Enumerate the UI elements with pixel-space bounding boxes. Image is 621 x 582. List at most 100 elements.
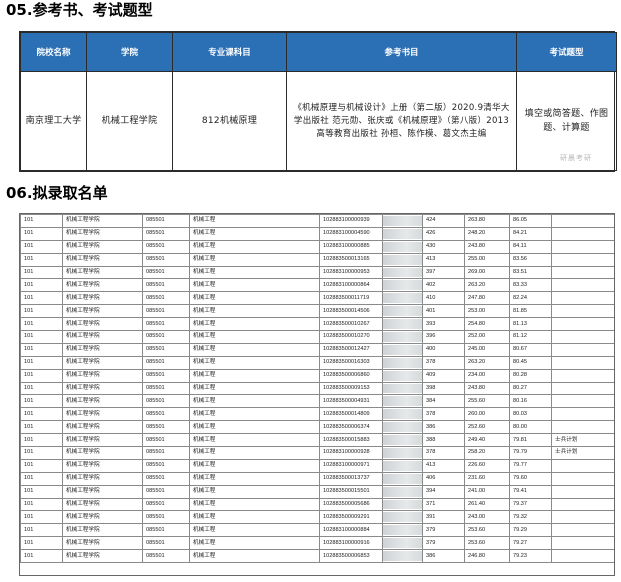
cell-major-name: 机械工程 bbox=[189, 523, 320, 538]
cell-final-score: 79.27 bbox=[509, 536, 552, 551]
cell-candidate-name bbox=[382, 523, 423, 538]
cell-retest-score: 269.00 bbox=[464, 265, 510, 280]
cell-college-name: 机械工程学院 bbox=[62, 342, 143, 357]
cell-college-code: 101 bbox=[20, 497, 63, 512]
cell-candidate-name bbox=[382, 278, 423, 293]
cell-candidate-id: 102883100000916 bbox=[319, 536, 383, 551]
cell-major-code: 085501 bbox=[142, 304, 190, 319]
cell-candidate-id: 102883500009153 bbox=[319, 381, 383, 396]
cell-retest-score: 245.00 bbox=[464, 342, 510, 357]
cell-candidate-name bbox=[382, 355, 423, 370]
cell-candidate-id: 102883500011719 bbox=[319, 291, 383, 306]
cell-candidate-name bbox=[382, 265, 423, 280]
cell-retest-score: 252.00 bbox=[464, 330, 510, 344]
cell-major-code: 085501 bbox=[142, 420, 190, 435]
cell-remark bbox=[551, 420, 614, 435]
cell-major-name: 机械工程 bbox=[189, 291, 320, 306]
cell-candidate-name bbox=[382, 381, 423, 396]
cell-final-score: 80.00 bbox=[509, 420, 552, 435]
cell-total-score: 398 bbox=[422, 381, 465, 396]
cell-college-name: 机械工程学院 bbox=[62, 304, 143, 319]
cell-total-score: 409 bbox=[422, 368, 465, 383]
cell-remark bbox=[551, 214, 614, 228]
cell-final-score: 83.33 bbox=[509, 278, 552, 293]
cell-college-name: 机械工程学院 bbox=[62, 458, 143, 473]
cell-final-score: 84.11 bbox=[509, 239, 552, 254]
cell-total-score: 401 bbox=[422, 304, 465, 319]
cell-major-name: 机械工程 bbox=[189, 381, 320, 396]
cell-major-code: 085501 bbox=[142, 368, 190, 383]
cell-candidate-id: 102883500006853 bbox=[319, 549, 383, 564]
cell-total-score: 378 bbox=[422, 446, 465, 460]
cell-final-score: 79.23 bbox=[509, 549, 552, 564]
cell-college-name: 机械工程学院 bbox=[62, 239, 143, 254]
cell-major-name: 机械工程 bbox=[189, 458, 320, 473]
cell-candidate-id: 102883100000939 bbox=[319, 214, 383, 228]
cell-college-code: 101 bbox=[20, 446, 63, 460]
cell-total-score: 379 bbox=[422, 523, 465, 538]
header-college: 学院 bbox=[86, 32, 173, 72]
cell-candidate-id: 102883500012427 bbox=[319, 342, 383, 357]
cell-retest-score: 255.60 bbox=[464, 394, 510, 409]
section-title-admission: 06.拟录取名单 bbox=[6, 184, 108, 202]
cell-candidate-id: 102883500009291 bbox=[319, 510, 383, 525]
cell-total-score: 396 bbox=[422, 330, 465, 344]
cell-final-score: 79.37 bbox=[509, 497, 552, 512]
cell-candidate-name bbox=[382, 446, 423, 460]
cell-candidate-id: 102883500010267 bbox=[319, 317, 383, 332]
cell-final-score: 79.79 bbox=[509, 446, 552, 460]
cell-college-name: 机械工程学院 bbox=[62, 510, 143, 525]
cell-remark bbox=[551, 226, 614, 241]
cell-candidate-name bbox=[382, 226, 423, 241]
cell-college-code: 101 bbox=[20, 394, 63, 409]
cell-candidate-name bbox=[382, 407, 423, 422]
cell-major-name: 机械工程 bbox=[189, 317, 320, 332]
cell-major-name: 机械工程 bbox=[189, 497, 320, 512]
table-row: 101 机械工程学院 085501 机械工程 102883500012427 400 245… bbox=[20, 342, 614, 357]
cell-college-name: 机械工程学院 bbox=[62, 291, 143, 306]
cell-college-name: 机械工程学院 bbox=[62, 407, 143, 422]
cell-college-code: 101 bbox=[20, 433, 63, 448]
cell-major-code: 085501 bbox=[142, 471, 190, 486]
cell-college-name: 机械工程学院 bbox=[62, 549, 143, 564]
cell-college-code: 101 bbox=[20, 368, 63, 383]
header-school: 院校名称 bbox=[20, 32, 87, 72]
cell-retest-score: 253.00 bbox=[464, 304, 510, 319]
cell-total-score: 393 bbox=[422, 317, 465, 332]
cell-final-score: 86.05 bbox=[509, 214, 552, 228]
cell-remark bbox=[551, 484, 614, 499]
table-row: 101 机械工程学院 085501 机械工程 102883100000916 379 253… bbox=[20, 536, 614, 551]
cell-major-name: 机械工程 bbox=[189, 394, 320, 409]
section-title-reference: 05.参考书、考试题型 bbox=[6, 1, 153, 19]
cell-college-code: 101 bbox=[20, 407, 63, 422]
cell-major-code: 085501 bbox=[142, 355, 190, 370]
cell-major-name: 机械工程 bbox=[189, 252, 320, 267]
cell-college-code: 101 bbox=[20, 291, 63, 306]
cell-retest-score: 248.20 bbox=[464, 226, 510, 241]
cell-college-code: 101 bbox=[20, 278, 63, 293]
cell-total-score: 400 bbox=[422, 342, 465, 357]
cell-candidate-name bbox=[382, 549, 423, 564]
cell-college-name: 机械工程学院 bbox=[62, 226, 143, 241]
cell-major-code: 085501 bbox=[142, 239, 190, 254]
table-row: 101 机械工程学院 085501 机械工程 102883100000884 379 253… bbox=[20, 523, 614, 538]
cell-college-name: 机械工程学院 bbox=[62, 265, 143, 280]
cell-college-code: 101 bbox=[20, 304, 63, 319]
table-row: 101 机械工程学院 085501 机械工程 102883500009291 391 243… bbox=[20, 510, 614, 525]
cell-college-name: 机械工程学院 bbox=[62, 355, 143, 370]
cell-college-name: 机械工程学院 bbox=[62, 523, 143, 538]
cell-major-code: 085501 bbox=[142, 407, 190, 422]
cell-college: 机械工程学院 bbox=[86, 71, 173, 171]
table-row: 101 机械工程学院 085501 机械工程 102883500011719 410 247… bbox=[20, 291, 614, 306]
reference-table-container: 院校名称 学院 专业课科目 参考书目 考试题型 南京理工大学 机械工程学院 81… bbox=[19, 31, 617, 172]
cell-candidate-name bbox=[382, 291, 423, 306]
table-row: 101 机械工程学院 085501 机械工程 102883100000864 402 263… bbox=[20, 278, 614, 293]
cell-final-score: 80.27 bbox=[509, 381, 552, 396]
cell-retest-score: 253.60 bbox=[464, 536, 510, 551]
cell-candidate-id: 102883100004590 bbox=[319, 226, 383, 241]
cell-major-code: 085501 bbox=[142, 214, 190, 228]
cell-retest-score: 243.80 bbox=[464, 239, 510, 254]
table-row: 101 机械工程学院 085501 机械工程 102883100004590 426 248… bbox=[20, 226, 614, 241]
cell-total-score: 388 bbox=[422, 433, 465, 448]
cell-final-score: 84.21 bbox=[509, 226, 552, 241]
